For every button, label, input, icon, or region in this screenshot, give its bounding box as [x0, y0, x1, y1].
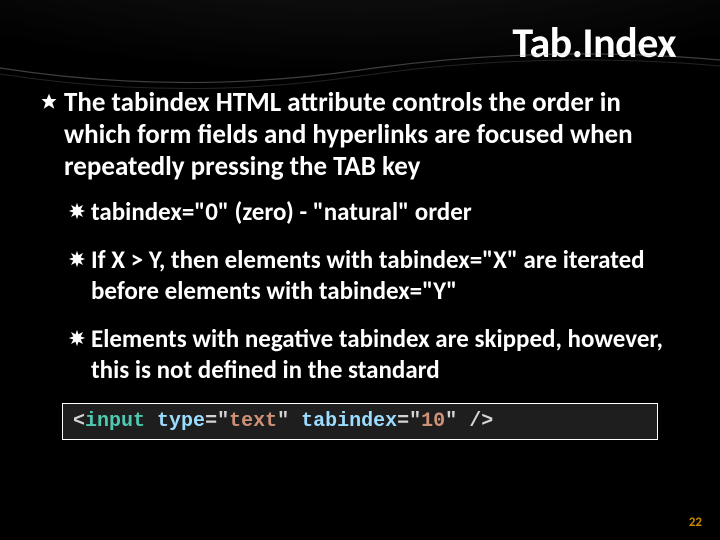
code-space	[289, 410, 301, 433]
star-8-icon	[68, 250, 86, 268]
slide: Tab.Index The tabindex HTML attribute co…	[0, 0, 720, 540]
bullet-level1: The tabindex HTML attribute controls the…	[40, 87, 680, 183]
code-string: text	[229, 410, 277, 433]
code-space	[457, 410, 469, 433]
code-punct: />	[469, 410, 493, 433]
code-punct: ="	[205, 410, 229, 433]
bullet-level2: Elements with negative tabindex are skip…	[68, 324, 680, 385]
code-attr: tabindex	[301, 410, 397, 433]
code-tag: input	[85, 410, 145, 433]
bullet-level2: tabindex="0" (zero) - "natural" order	[68, 197, 680, 228]
bullet-text: If X > Y, then elements with tabindex="X…	[91, 245, 680, 306]
bullet-text: tabindex="0" (zero) - "natural" order	[91, 197, 472, 228]
page-number: 22	[689, 515, 702, 530]
slide-content: The tabindex HTML attribute controls the…	[40, 87, 680, 440]
slide-title: Tab.Index	[40, 18, 680, 69]
star-8-icon	[68, 202, 86, 220]
code-example: <input type="text" tabindex="10" />	[62, 403, 658, 440]
bullet-level2: If X > Y, then elements with tabindex="X…	[68, 245, 680, 306]
star-8-icon	[68, 329, 86, 347]
code-space	[145, 410, 157, 433]
code-punct: "	[445, 410, 457, 433]
code-string: 10	[421, 410, 445, 433]
code-attr: type	[157, 410, 205, 433]
code-punct: "	[277, 410, 289, 433]
star-6-icon	[40, 93, 58, 111]
bullet-text: Elements with negative tabindex are skip…	[91, 324, 680, 385]
code-punct: ="	[397, 410, 421, 433]
bullet-text: The tabindex HTML attribute controls the…	[64, 87, 680, 183]
code-punct: <	[73, 410, 85, 433]
